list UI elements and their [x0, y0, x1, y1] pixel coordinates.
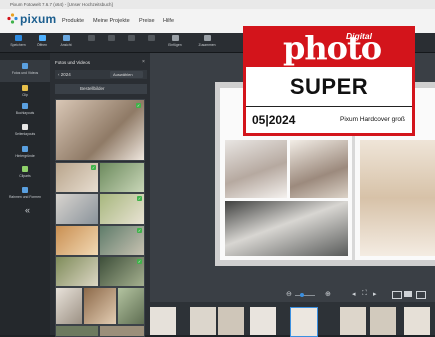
- redo-icon: [107, 35, 115, 41]
- sidebar-item-frames[interactable]: Rahmen und Formen: [0, 184, 50, 206]
- frame-icon: [22, 187, 28, 193]
- collapse-sidebar-icon[interactable]: «: [25, 205, 30, 215]
- copy-icon: [147, 35, 155, 41]
- photo-thumbnail[interactable]: [55, 225, 99, 256]
- photo-thumbnail[interactable]: [99, 162, 145, 193]
- photo-frame[interactable]: [360, 140, 435, 256]
- zoom-slider-handle[interactable]: [300, 293, 304, 297]
- open-button[interactable]: Öffnen: [31, 35, 53, 51]
- spread-view-icon[interactable]: [404, 291, 412, 297]
- zoom-slider[interactable]: [295, 295, 315, 296]
- badge-date: 05|2024: [252, 113, 296, 127]
- background-icon: [22, 146, 28, 152]
- page-thumbnail[interactable]: [190, 307, 216, 335]
- zoom-in-icon[interactable]: ⊕: [325, 290, 331, 298]
- photos-icon: [22, 63, 28, 69]
- page-thumbnail[interactable]: [370, 307, 396, 335]
- used-check-icon: ✓: [136, 103, 141, 108]
- page-thumbnail[interactable]: [250, 307, 276, 335]
- single-page-view-icon[interactable]: [392, 291, 402, 299]
- sidebar-item-page-layouts[interactable]: Seitenlayouts: [0, 121, 50, 143]
- group-icon: [203, 35, 211, 41]
- save-icon: [14, 35, 22, 41]
- panel-title: Fotos und Videos: [55, 60, 90, 65]
- group-button[interactable]: Zusammen: [196, 35, 218, 51]
- clip-icon: [22, 85, 28, 91]
- undo-button[interactable]: [80, 35, 102, 51]
- back-button[interactable]: ‹ 2024: [58, 72, 71, 77]
- badge-rating: SUPER: [289, 74, 369, 99]
- cut-icon: [127, 35, 135, 41]
- close-icon[interactable]: ×: [142, 59, 145, 65]
- used-check-icon: ✓: [137, 259, 142, 264]
- cut-button[interactable]: [120, 35, 142, 51]
- grid-view-icon[interactable]: [416, 291, 426, 299]
- menu-produkte[interactable]: Produkte: [62, 18, 84, 24]
- sidebar-item-backgrounds[interactable]: Hintergründe: [0, 143, 50, 165]
- clipart-icon: [22, 166, 28, 172]
- page-thumbnail[interactable]: [340, 307, 366, 335]
- badge-divider: [246, 106, 412, 107]
- undo-icon: [87, 35, 95, 41]
- photo-thumbnail[interactable]: [55, 193, 99, 225]
- title-bar: Pixum Fotowelt 7.6.7 (x64) - [Unser Hoch…: [0, 0, 435, 9]
- folder-icon: [38, 35, 46, 41]
- copy-button[interactable]: [140, 35, 162, 51]
- app-logo: pixum: [20, 12, 57, 26]
- page-thumbnail[interactable]: [404, 307, 430, 335]
- sidebar-item-photos[interactable]: Fotos und Videos: [0, 60, 50, 82]
- sidebar-item-book-layouts[interactable]: Buchlayouts: [0, 100, 50, 122]
- fit-screen-icon[interactable]: ⛶: [362, 290, 367, 298]
- page-thumbnail[interactable]: [218, 307, 244, 335]
- page-thumbnail[interactable]: [290, 307, 318, 337]
- photo-thumbnail[interactable]: [55, 256, 99, 287]
- photo-thumbnail[interactable]: [117, 287, 145, 325]
- photo-thumbnail[interactable]: [83, 287, 117, 325]
- photo-frame[interactable]: [225, 140, 287, 198]
- used-check-icon: ✓: [137, 228, 142, 233]
- used-check-icon: ✓: [137, 196, 142, 201]
- photo-thumbnail[interactable]: [55, 99, 145, 161]
- used-check-icon: ✓: [91, 165, 96, 170]
- used-photos-label: Bestellbilder: [80, 86, 105, 91]
- save-button[interactable]: Speichern: [7, 35, 29, 51]
- photo-frame[interactable]: [290, 140, 348, 198]
- photo-thumbnail[interactable]: [55, 287, 83, 325]
- previous-page-icon[interactable]: ◂: [352, 290, 356, 298]
- window-title: Pixum Fotowelt 7.6.7 (x64) - [Unser Hoch…: [10, 2, 113, 7]
- layout-icon: [22, 103, 28, 109]
- badge-digital-label: Digital: [346, 31, 372, 41]
- sidebar-item-cliparts[interactable]: Cliparts: [0, 163, 50, 185]
- zoom-out-icon[interactable]: ⊖: [286, 290, 292, 298]
- page-layout-icon: [22, 124, 28, 130]
- photo-thumbnail[interactable]: [55, 325, 99, 337]
- select-button-label: Auswählen: [113, 72, 133, 77]
- paste-icon: [171, 35, 179, 41]
- paste-button[interactable]: Einfügen: [164, 35, 186, 51]
- pixum-logo-icon: [7, 13, 18, 24]
- menu-meine-projekte[interactable]: Meine Projekte: [93, 18, 130, 24]
- next-page-icon[interactable]: ▸: [373, 290, 377, 298]
- photo-thumbnail[interactable]: [99, 325, 145, 337]
- badge-product: Pixum Hardcover groß: [340, 116, 406, 123]
- person-icon: [62, 35, 70, 41]
- menu-hilfe[interactable]: Hilfe: [163, 18, 174, 24]
- menu-preise[interactable]: Preise: [139, 18, 155, 24]
- photo-frame[interactable]: [225, 201, 348, 256]
- page-thumbnail[interactable]: [150, 307, 176, 335]
- view-button[interactable]: Ansicht: [55, 35, 77, 51]
- redo-button[interactable]: [100, 35, 122, 51]
